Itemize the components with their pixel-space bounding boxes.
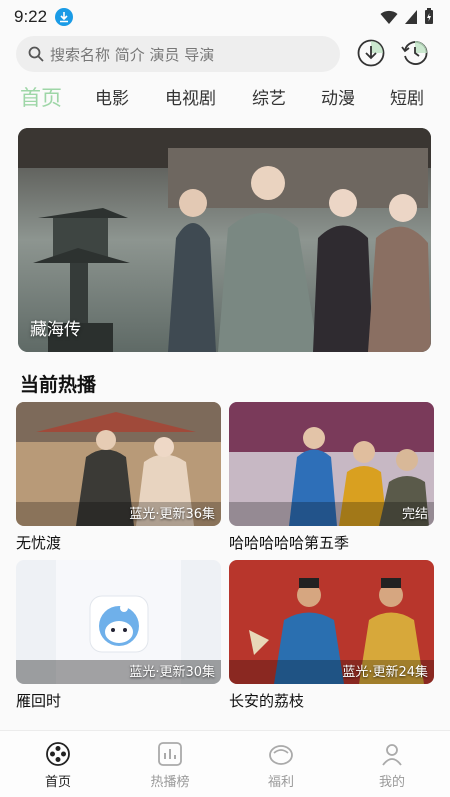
wifi-icon [380,10,398,24]
search-icon [28,46,44,62]
search-input[interactable]: 搜索名称 简介 演员 导演 [16,36,340,72]
film-reel-icon [46,742,70,766]
video-card[interactable]: 蓝光·更新24集 长安的荔枝 [229,560,434,711]
video-title: 雁回时 [16,692,62,710]
video-card[interactable]: 完结 哈哈哈哈哈第五季 [229,402,434,553]
status-badge: 蓝光·更新30集 [129,665,215,680]
bottom-navigation: 首页 热播榜 福利 我的 [0,730,450,797]
tab-anime[interactable]: 动漫 [321,84,355,109]
video-title: 长安的荔枝 [229,692,305,710]
video-thumbnail: 完结 [229,402,434,526]
search-placeholder: 搜索名称 简介 演员 导演 [50,45,215,64]
signal-icon [405,9,417,24]
status-badge: 蓝光·更新36集 [129,507,215,522]
battery-icon [425,8,433,24]
video-title: 哈哈哈哈哈第五季 [229,534,350,552]
video-thumbnail: 蓝光·更新36集 [16,402,221,526]
tab-short-drama[interactable]: 短剧 [390,84,424,109]
tab-tv-series[interactable]: 电视剧 [165,84,216,109]
history-icon[interactable] [400,38,430,68]
chart-icon [158,742,182,766]
status-badge: 蓝光·更新24集 [342,665,428,680]
video-card[interactable]: 蓝光·更新30集 雁回时 [16,560,221,711]
tab-movie[interactable]: 电影 [95,84,129,109]
status-time: 9:22 [14,7,48,26]
nav-welfare[interactable]: 福利 [241,741,321,790]
nav-label: 首页 [44,775,71,790]
category-tabs: 首页 电影 电视剧 综艺 动漫 短剧 [0,84,450,114]
video-thumbnail: 蓝光·更新24集 [229,560,434,684]
user-icon [382,744,402,766]
section-title-now-playing: 当前热播 [20,374,97,396]
nav-label: 我的 [378,775,405,790]
tab-variety[interactable]: 综艺 [252,84,286,109]
download-icon[interactable] [356,38,386,68]
tab-home[interactable]: 首页 [20,82,62,112]
nav-label: 热播榜 [150,775,190,790]
video-title: 无忧渡 [16,534,62,552]
video-card[interactable]: 蓝光·更新36集 无忧渡 [16,402,221,553]
nav-mine[interactable]: 我的 [352,741,432,790]
status-bar: 9:22 [0,0,450,34]
nav-label: 福利 [267,775,294,790]
featured-banner[interactable]: 藏海传 [18,128,431,352]
gift-icon [269,745,293,765]
video-thumbnail: 蓝光·更新30集 [16,560,221,684]
status-badge: 完结 [401,507,428,522]
nav-home[interactable]: 首页 [18,741,98,790]
banner-title: 藏海传 [30,320,81,340]
download-status-icon [55,8,74,26]
nav-hot-ranking[interactable]: 热播榜 [130,741,210,790]
